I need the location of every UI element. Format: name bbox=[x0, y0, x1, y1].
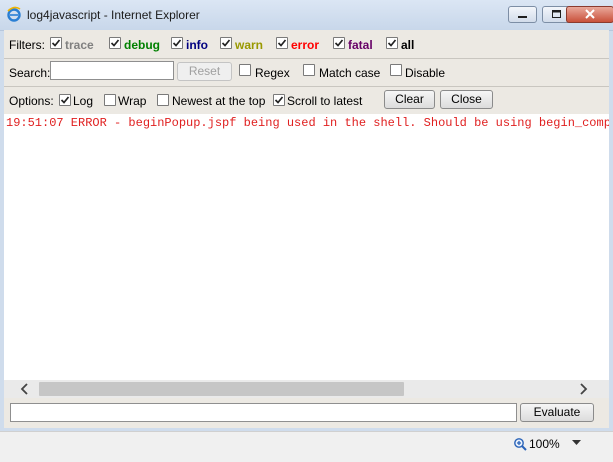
regex-label: Regex bbox=[255, 66, 290, 80]
options-toolbar: Options: Log Wrap Newest at the top Scro… bbox=[4, 86, 609, 115]
evaluate-button[interactable]: Evaluate bbox=[520, 403, 594, 422]
checkmark-icon bbox=[274, 96, 284, 104]
match-case-label: Match case bbox=[319, 66, 381, 80]
scroll-to-latest-label: Scroll to latest bbox=[287, 94, 363, 108]
scroll-right-icon[interactable] bbox=[578, 383, 588, 395]
clear-button[interactable]: Clear bbox=[384, 90, 435, 109]
checkmark-icon bbox=[51, 39, 61, 47]
options-label: Options: bbox=[9, 94, 54, 108]
newest-at-top-label: Newest at the top bbox=[172, 94, 266, 108]
minimize-icon bbox=[518, 16, 527, 18]
disable-checkbox[interactable] bbox=[390, 64, 402, 76]
filter-error-checkbox[interactable] bbox=[276, 37, 288, 49]
log-entry: 19:51:07 ERROR - beginPopup.jspf being u… bbox=[6, 116, 609, 130]
scroll-to-latest-checkbox[interactable] bbox=[273, 94, 285, 106]
filter-all-checkbox[interactable] bbox=[386, 37, 398, 49]
checkmark-icon bbox=[110, 39, 120, 47]
filter-warn-checkbox[interactable] bbox=[220, 37, 232, 49]
close-button[interactable]: Close bbox=[440, 90, 493, 109]
zoom-level[interactable]: 100% bbox=[529, 437, 560, 451]
log-console: Filters: trace debug info warn error fatal all… bbox=[4, 30, 609, 428]
match-case-checkbox[interactable] bbox=[303, 64, 315, 76]
command-input[interactable] bbox=[10, 403, 517, 422]
newest-at-top-checkbox[interactable] bbox=[157, 94, 169, 106]
wrap-checkbox[interactable] bbox=[104, 94, 116, 106]
checkmark-icon bbox=[387, 39, 397, 47]
disable-label: Disable bbox=[405, 66, 446, 80]
status-bar: 100% bbox=[0, 431, 613, 462]
filter-trace-label: trace bbox=[65, 38, 94, 52]
zoom-icon[interactable] bbox=[513, 437, 527, 451]
filter-fatal-checkbox[interactable] bbox=[333, 37, 345, 49]
close-window-button[interactable] bbox=[566, 6, 613, 23]
scroll-left-icon[interactable] bbox=[20, 383, 30, 395]
scrollbar-thumb[interactable] bbox=[39, 382, 404, 396]
search-label: Search: bbox=[9, 66, 51, 80]
window-titlebar: log4javascript - Internet Explorer bbox=[0, 0, 613, 31]
search-input[interactable] bbox=[50, 61, 174, 80]
horizontal-scrollbar[interactable] bbox=[4, 380, 609, 398]
filter-fatal-label: fatal bbox=[348, 38, 373, 52]
filters-label: Filters: bbox=[9, 38, 45, 52]
filter-info-label: info bbox=[186, 38, 208, 52]
filter-debug-checkbox[interactable] bbox=[109, 37, 121, 49]
filter-info-checkbox[interactable] bbox=[171, 37, 183, 49]
close-icon bbox=[585, 9, 595, 19]
filter-all-label: all bbox=[401, 38, 415, 52]
minimize-button[interactable] bbox=[508, 6, 537, 23]
filter-debug-label: debug bbox=[124, 38, 160, 52]
reset-button[interactable]: Reset bbox=[177, 62, 232, 81]
filter-trace-checkbox[interactable] bbox=[50, 37, 62, 49]
chevron-down-icon[interactable] bbox=[572, 440, 581, 446]
checkmark-icon bbox=[60, 96, 70, 104]
filters-toolbar: Filters: trace debug info warn error fatal all bbox=[4, 30, 609, 59]
filter-warn-label: warn bbox=[235, 38, 264, 52]
checkmark-icon bbox=[334, 39, 344, 47]
filter-error-label: error bbox=[291, 38, 320, 52]
log-checkbox[interactable] bbox=[59, 94, 71, 106]
log-label: Log bbox=[73, 94, 94, 108]
search-toolbar: Search: Reset Regex Match case Disable bbox=[4, 58, 609, 87]
wrap-label: Wrap bbox=[118, 94, 147, 108]
log-output[interactable]: 19:51:07 ERROR - beginPopup.jspf being u… bbox=[4, 114, 609, 380]
window-title: log4javascript - Internet Explorer bbox=[27, 8, 200, 22]
checkmark-icon bbox=[172, 39, 182, 47]
checkmark-icon bbox=[221, 39, 231, 47]
checkmark-icon bbox=[277, 39, 287, 47]
internet-explorer-icon bbox=[6, 6, 22, 22]
regex-checkbox[interactable] bbox=[239, 64, 251, 76]
